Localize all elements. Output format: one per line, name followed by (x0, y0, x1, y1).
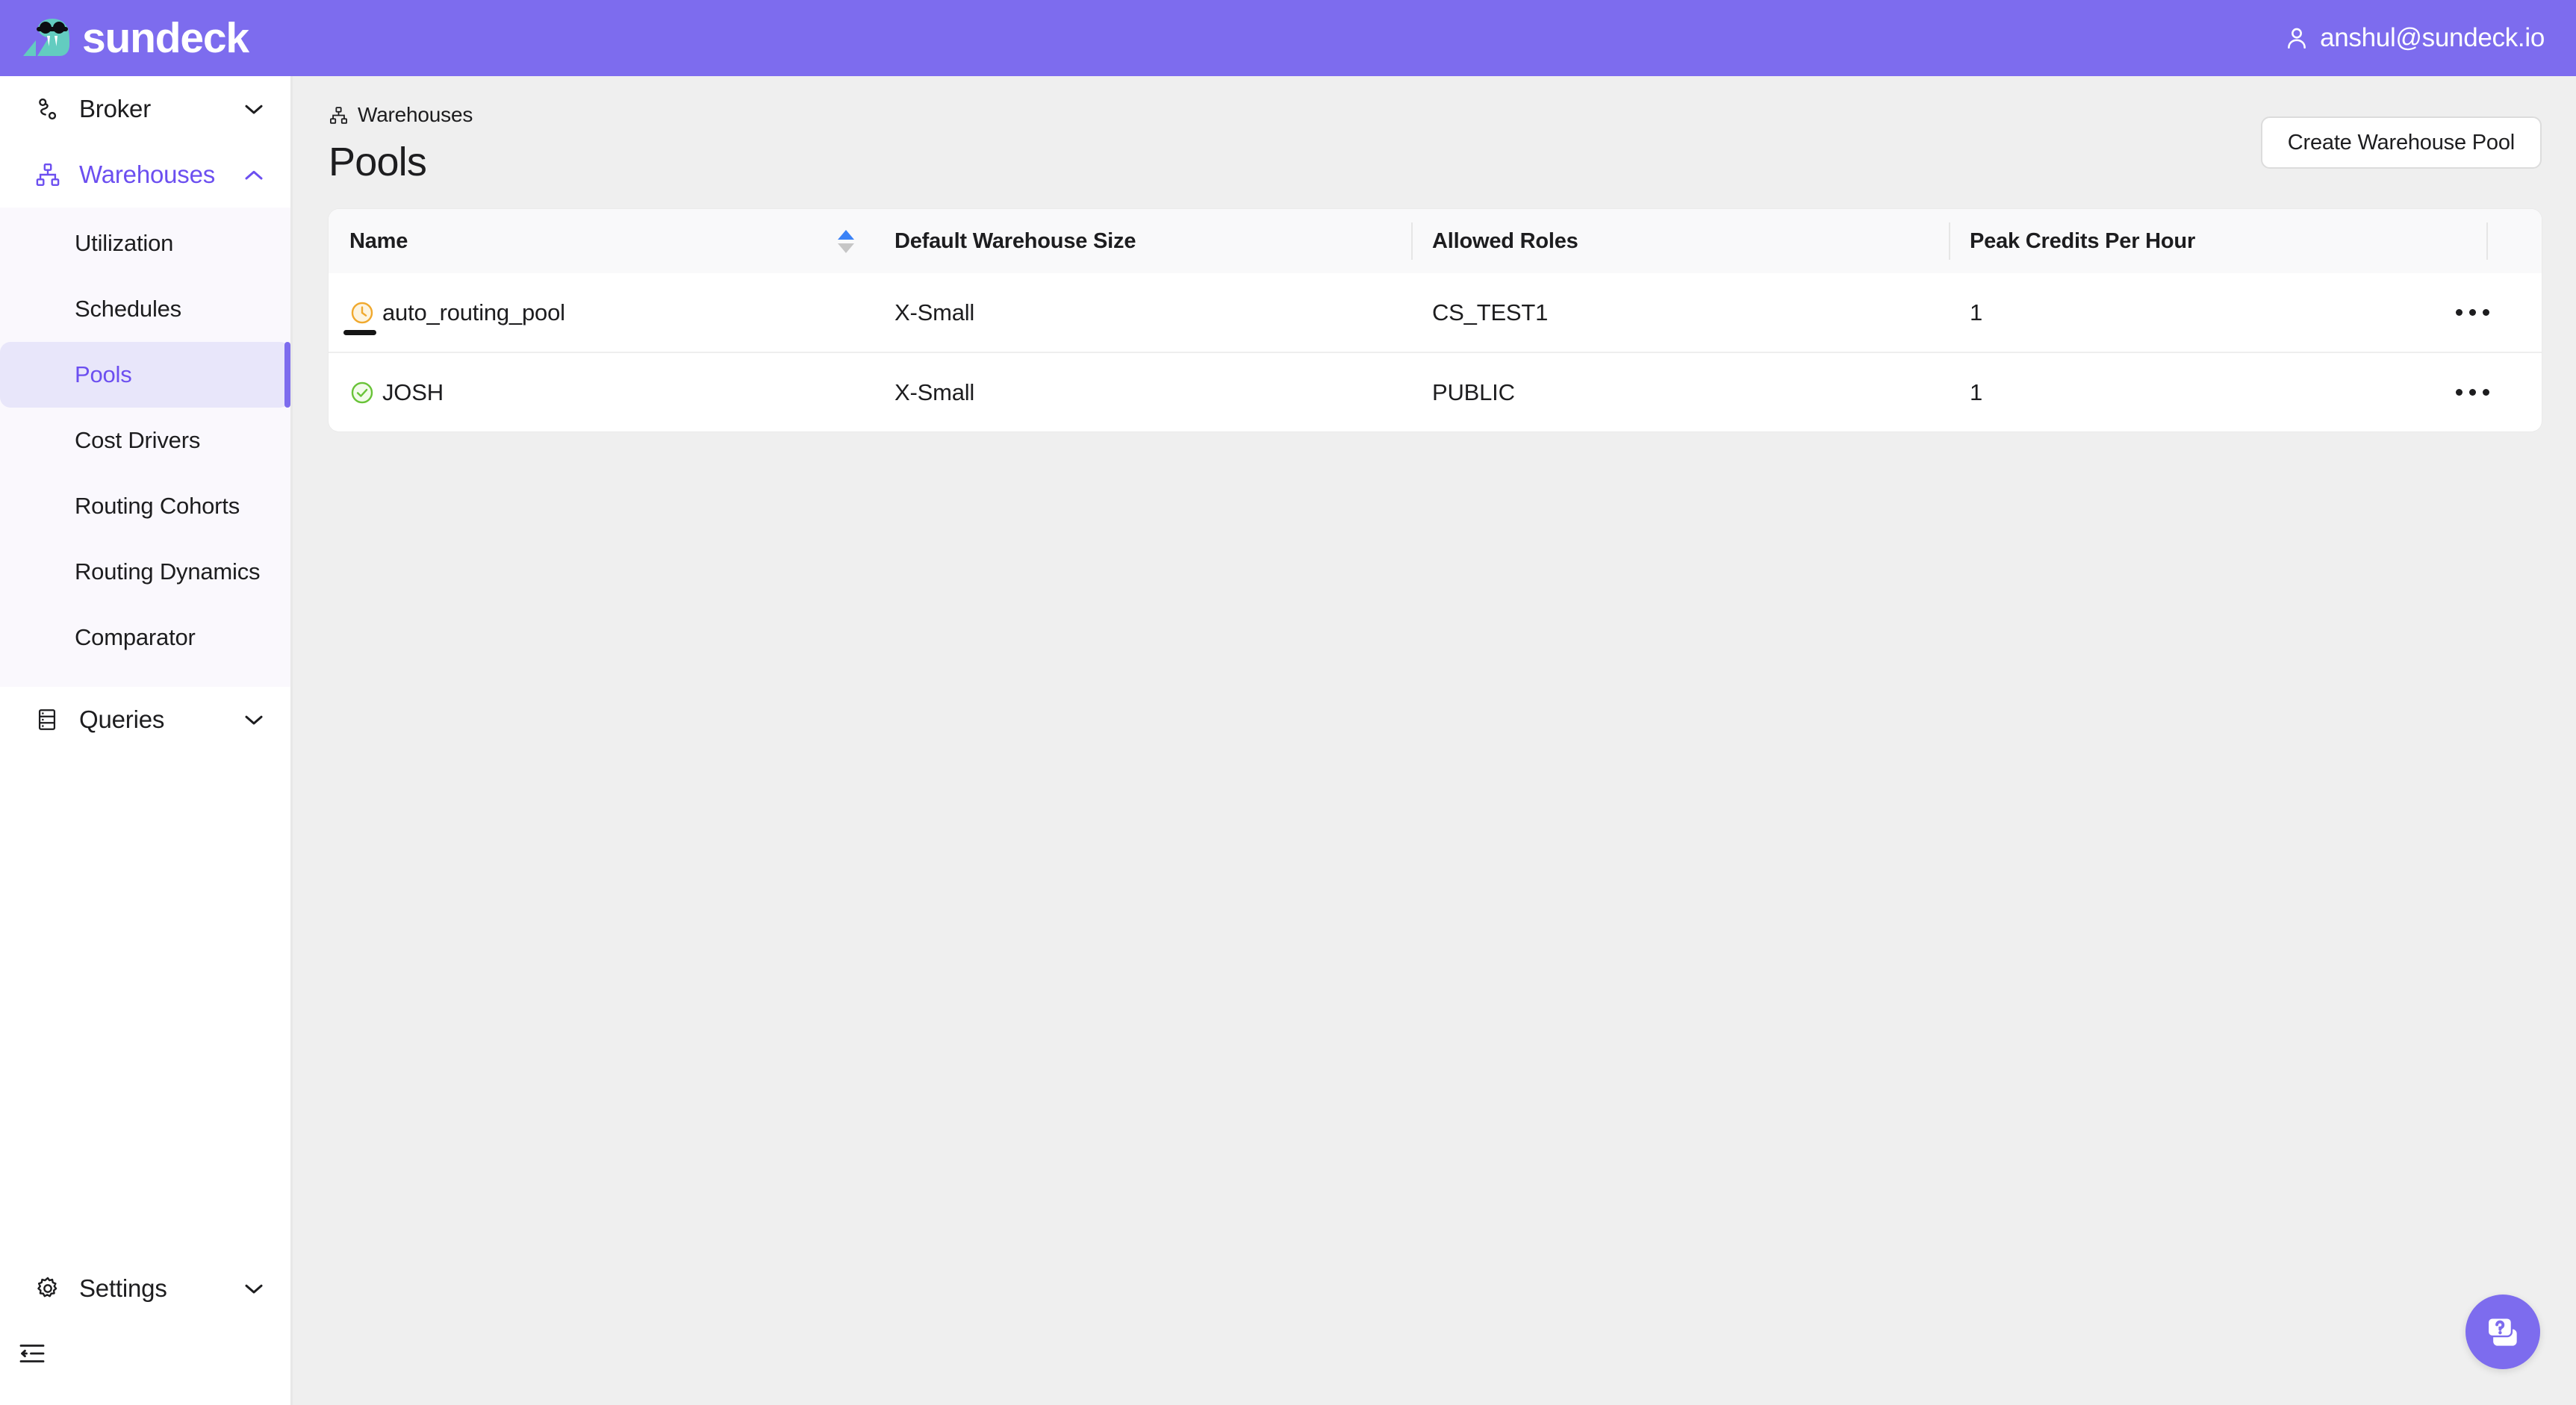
column-header-label: Name (349, 228, 408, 253)
brand-name: sundeck (82, 13, 249, 62)
sidebar-nav: Broker Warehouses Utilization Schedules … (0, 76, 290, 753)
create-warehouse-pool-button[interactable]: Create Warehouse Pool (2260, 116, 2542, 169)
sidebar-item-routing-dynamics[interactable]: Routing Dynamics (0, 539, 290, 605)
app-root: sundeck anshul@sundeck.io Broker Warehou… (0, 0, 2576, 1405)
clock-pending-icon (343, 300, 376, 335)
cell-name: JOSH (329, 352, 874, 432)
cell-allowed-roles: PUBLIC (1411, 352, 1949, 432)
table-row[interactable]: JOSH X-Small PUBLIC 1 (329, 352, 2542, 432)
sidebar-subitem-label: Cost Drivers (75, 427, 201, 453)
page-header-left: Warehouses Pools (329, 103, 473, 185)
sidebar-item-pools[interactable]: Pools (0, 342, 290, 408)
sidebar-item-cost-drivers[interactable]: Cost Drivers (0, 408, 290, 473)
sidebar-item-schedules[interactable]: Schedules (0, 276, 290, 342)
sort-ascending-icon (838, 229, 854, 240)
queries-server-icon (34, 707, 66, 732)
more-options-icon[interactable] (2448, 381, 2497, 403)
walrus-logo (23, 19, 69, 56)
sidebar-item-utilization[interactable]: Utilization (0, 211, 290, 276)
sidebar-item-label: Queries (79, 705, 165, 733)
more-options-icon[interactable] (2448, 302, 2497, 323)
help-question-cards-icon (2486, 1317, 2517, 1346)
brand[interactable]: sundeck (21, 15, 249, 61)
gear-icon (34, 1275, 66, 1302)
pools-table: Name Default Warehouse Size Allowed Role… (329, 209, 2542, 432)
sidebar-subitem-label: Schedules (75, 296, 181, 322)
breadcrumb-label: Warehouses (358, 103, 473, 126)
chevron-down-icon[interactable] (243, 102, 265, 116)
user-icon (2288, 28, 2306, 49)
cell-allowed-roles: CS_TEST1 (1432, 299, 1549, 325)
help-button[interactable] (2465, 1295, 2540, 1369)
sidebar-item-label: Settings (79, 1274, 167, 1302)
sidebar-subitem-label: Comparator (75, 624, 196, 650)
collapse-sidebar-icon (19, 1345, 45, 1362)
breadcrumb[interactable]: Warehouses (329, 103, 473, 127)
broker-route-icon (34, 96, 66, 122)
sidebar-item-settings[interactable]: Settings (0, 1256, 290, 1321)
cell-default-warehouse-size: X-Small (895, 299, 975, 325)
column-header-default-warehouse-size[interactable]: Default Warehouse Size (874, 209, 1411, 273)
cell-default-warehouse-size: X-Small (874, 352, 1411, 432)
table-row[interactable]: auto_routing_pool X-Small CS_TEST1 1 (329, 273, 2542, 352)
sidebar-item-label: Warehouses (79, 161, 216, 188)
pool-name: auto_routing_pool (382, 299, 565, 325)
sidebar-item-label: Broker (79, 95, 151, 122)
sort-indicator-name[interactable] (838, 229, 854, 253)
sidebar-subitem-label: Utilization (75, 230, 174, 256)
sidebar-item-warehouses[interactable]: Warehouses (0, 142, 290, 208)
column-header-label: Default Warehouse Size (895, 228, 1136, 253)
body: Broker Warehouses Utilization Schedules … (0, 76, 2576, 1405)
chevron-down-icon[interactable] (243, 713, 265, 726)
sort-descending-icon (838, 243, 854, 253)
chevron-down-icon[interactable] (243, 1282, 265, 1295)
column-header-allowed-roles[interactable]: Allowed Roles (1411, 209, 1949, 273)
sidebar-subitem-label: Pools (75, 361, 132, 387)
sidebar-item-broker[interactable]: Broker (0, 76, 290, 142)
pool-name: JOSH (382, 378, 444, 405)
sidebar-item-routing-cohorts[interactable]: Routing Cohorts (0, 473, 290, 539)
sidebar-footer: Settings (0, 1256, 290, 1405)
column-header-label: Peak Credits Per Hour (1970, 228, 2196, 253)
page-header: Warehouses Pools Create Warehouse Pool (329, 103, 2542, 185)
cell-peak-credits-per-hour: 1 (1970, 299, 1983, 325)
collapse-sidebar-button[interactable] (0, 1321, 290, 1386)
table-header-row: Name Default Warehouse Size Allowed Role… (329, 209, 2542, 273)
sidebar-item-queries[interactable]: Queries (0, 687, 290, 753)
top-bar: sundeck anshul@sundeck.io (0, 0, 2576, 76)
sidebar-subitem-label: Routing Dynamics (75, 558, 261, 585)
main-content: Warehouses Pools Create Warehouse Pool N… (293, 76, 2576, 1405)
user-menu[interactable]: anshul@sundeck.io (2284, 23, 2545, 53)
column-header-name[interactable]: Name (329, 209, 874, 273)
column-header-actions (2486, 209, 2542, 273)
cell-actions (2456, 352, 2542, 432)
sidebar-item-comparator[interactable]: Comparator (0, 605, 290, 670)
warehouses-submenu: Utilization Schedules Pools Cost Drivers… (0, 208, 290, 687)
user-email: anshul@sundeck.io (2320, 23, 2545, 52)
cell-actions (2456, 273, 2542, 352)
cell-peak-credits-per-hour: 1 (1949, 352, 2486, 432)
sidebar-subitem-label: Routing Cohorts (75, 493, 240, 519)
warehouses-hierarchy-icon (34, 161, 66, 188)
check-circle-active-icon (349, 380, 375, 405)
column-header-label: Allowed Roles (1432, 228, 1578, 253)
chevron-up-icon[interactable] (243, 168, 265, 181)
page-title: Pools (329, 140, 427, 184)
cell-name: auto_routing_pool (329, 273, 874, 352)
column-header-peak-credits-per-hour[interactable]: Peak Credits Per Hour (1949, 209, 2486, 273)
sidebar: Broker Warehouses Utilization Schedules … (0, 76, 293, 1405)
warehouses-hierarchy-icon (330, 106, 347, 124)
